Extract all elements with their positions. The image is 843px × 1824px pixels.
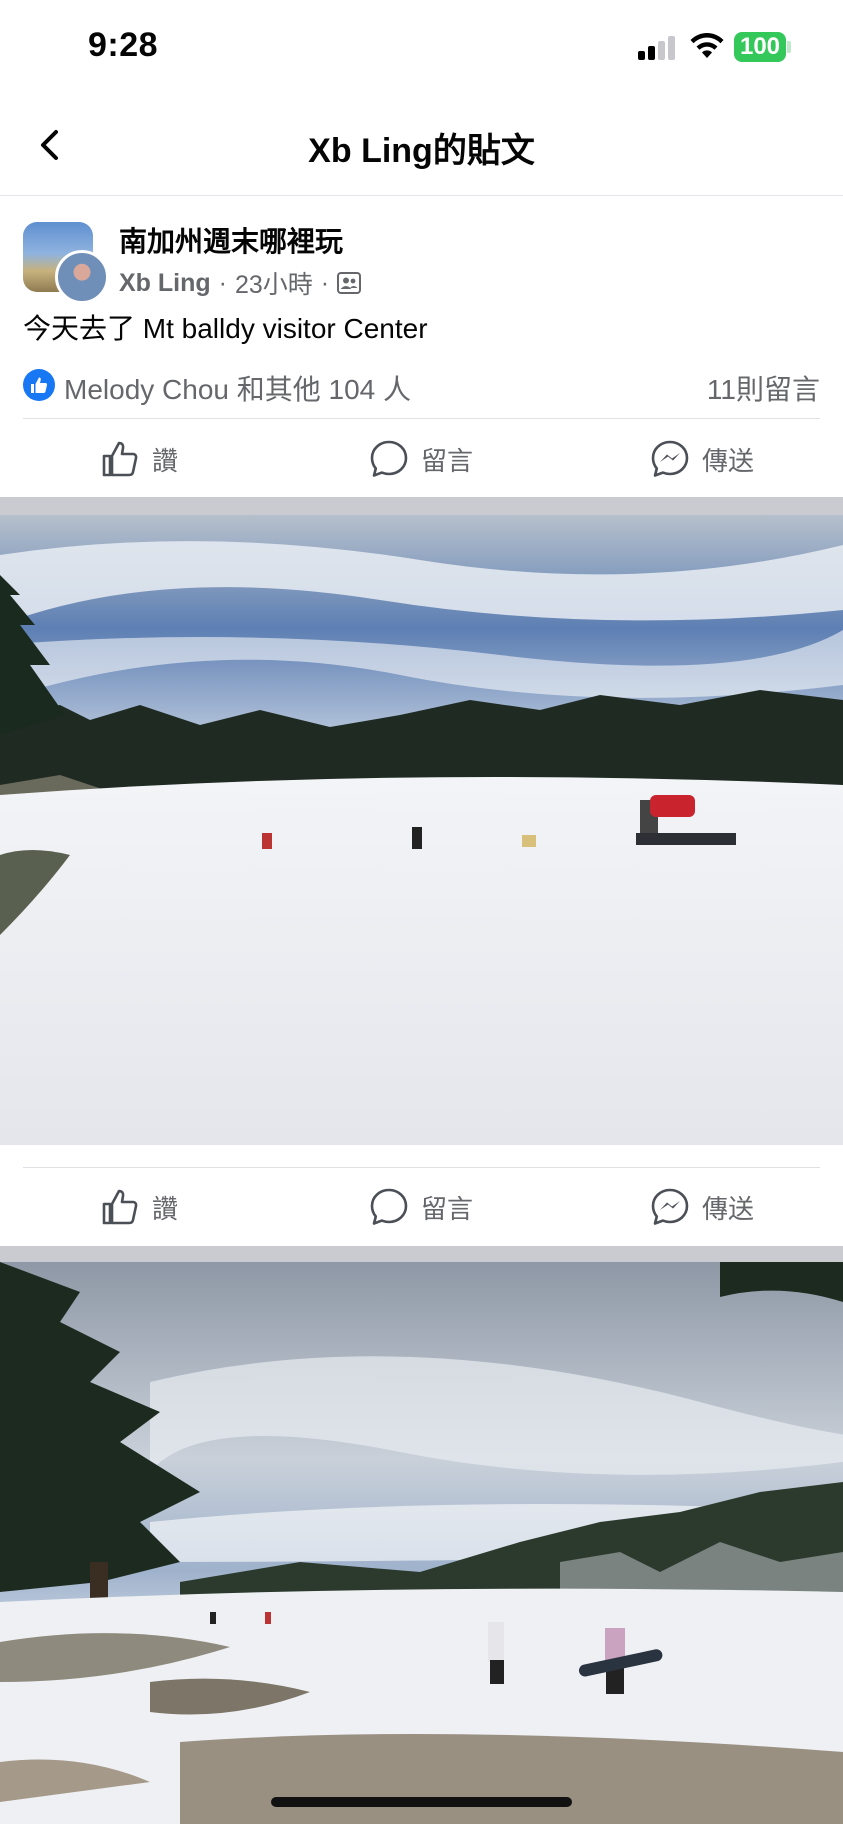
comment-label: 留言 (421, 1193, 474, 1224)
author-name[interactable]: Xb Ling (119, 269, 211, 298)
like-button[interactable]: 讚 (100, 1168, 178, 1246)
comment-label: 留言 (421, 445, 474, 476)
messenger-icon (651, 1188, 689, 1225)
like-label: 讚 (152, 1193, 179, 1224)
post-photo[interactable] (0, 515, 843, 1145)
meta-separator: · (218, 268, 227, 297)
share-label: 傳送 (702, 1193, 755, 1224)
meta-separator: · (320, 268, 330, 297)
cellular-signal-icon (638, 36, 678, 60)
status-time: 9:28 (88, 26, 159, 64)
like-label: 讚 (152, 445, 179, 476)
home-indicator[interactable] (271, 1797, 572, 1807)
nav-header: Xb Ling的貼文 (0, 95, 843, 196)
like-button[interactable]: 讚 (100, 420, 178, 498)
messenger-icon (651, 440, 689, 477)
battery-cap (787, 41, 791, 53)
post-avatars[interactable] (23, 222, 109, 304)
reactions-summary[interactable]: Melody Chou 和其他 104 人 (64, 368, 411, 408)
photo-action-bar: 讚 留言 傳送 (0, 1168, 843, 1246)
like-reaction-icon (23, 369, 55, 401)
share-button[interactable]: 傳送 (650, 1168, 754, 1246)
group-audience-icon (337, 272, 362, 294)
page-title: Xb Ling的貼文 (308, 132, 535, 170)
thumbs-up-icon (102, 441, 138, 477)
user-avatar[interactable] (55, 250, 109, 304)
post-text: 今天去了 Mt balldy visitor Center (23, 313, 428, 344)
status-bar: 9:28 100 (0, 0, 843, 95)
section-separator (0, 1246, 843, 1262)
comment-button[interactable]: 留言 (369, 420, 473, 498)
divider (23, 418, 820, 419)
post-meta: Xb Ling · 23小時 · (119, 265, 362, 301)
wifi-icon (690, 33, 724, 58)
share-label: 傳送 (702, 445, 755, 476)
post-time[interactable]: 23小時 (235, 265, 313, 301)
reactions-row[interactable]: Melody Chou 和其他 104 人 11則留言 (23, 364, 820, 406)
section-separator (0, 497, 843, 515)
post-photo[interactable] (0, 1262, 843, 1824)
comment-button[interactable]: 留言 (369, 1168, 473, 1246)
speech-bubble-icon (370, 440, 408, 477)
group-name[interactable]: 南加州週末哪裡玩 (119, 220, 343, 260)
share-button[interactable]: 傳送 (650, 420, 754, 498)
battery-indicator: 100 (734, 32, 786, 62)
speech-bubble-icon (370, 1188, 408, 1225)
post-action-bar: 讚 留言 傳送 (0, 420, 843, 498)
thumbs-up-icon (102, 1189, 138, 1225)
comments-count[interactable]: 11則留言 (707, 368, 820, 408)
